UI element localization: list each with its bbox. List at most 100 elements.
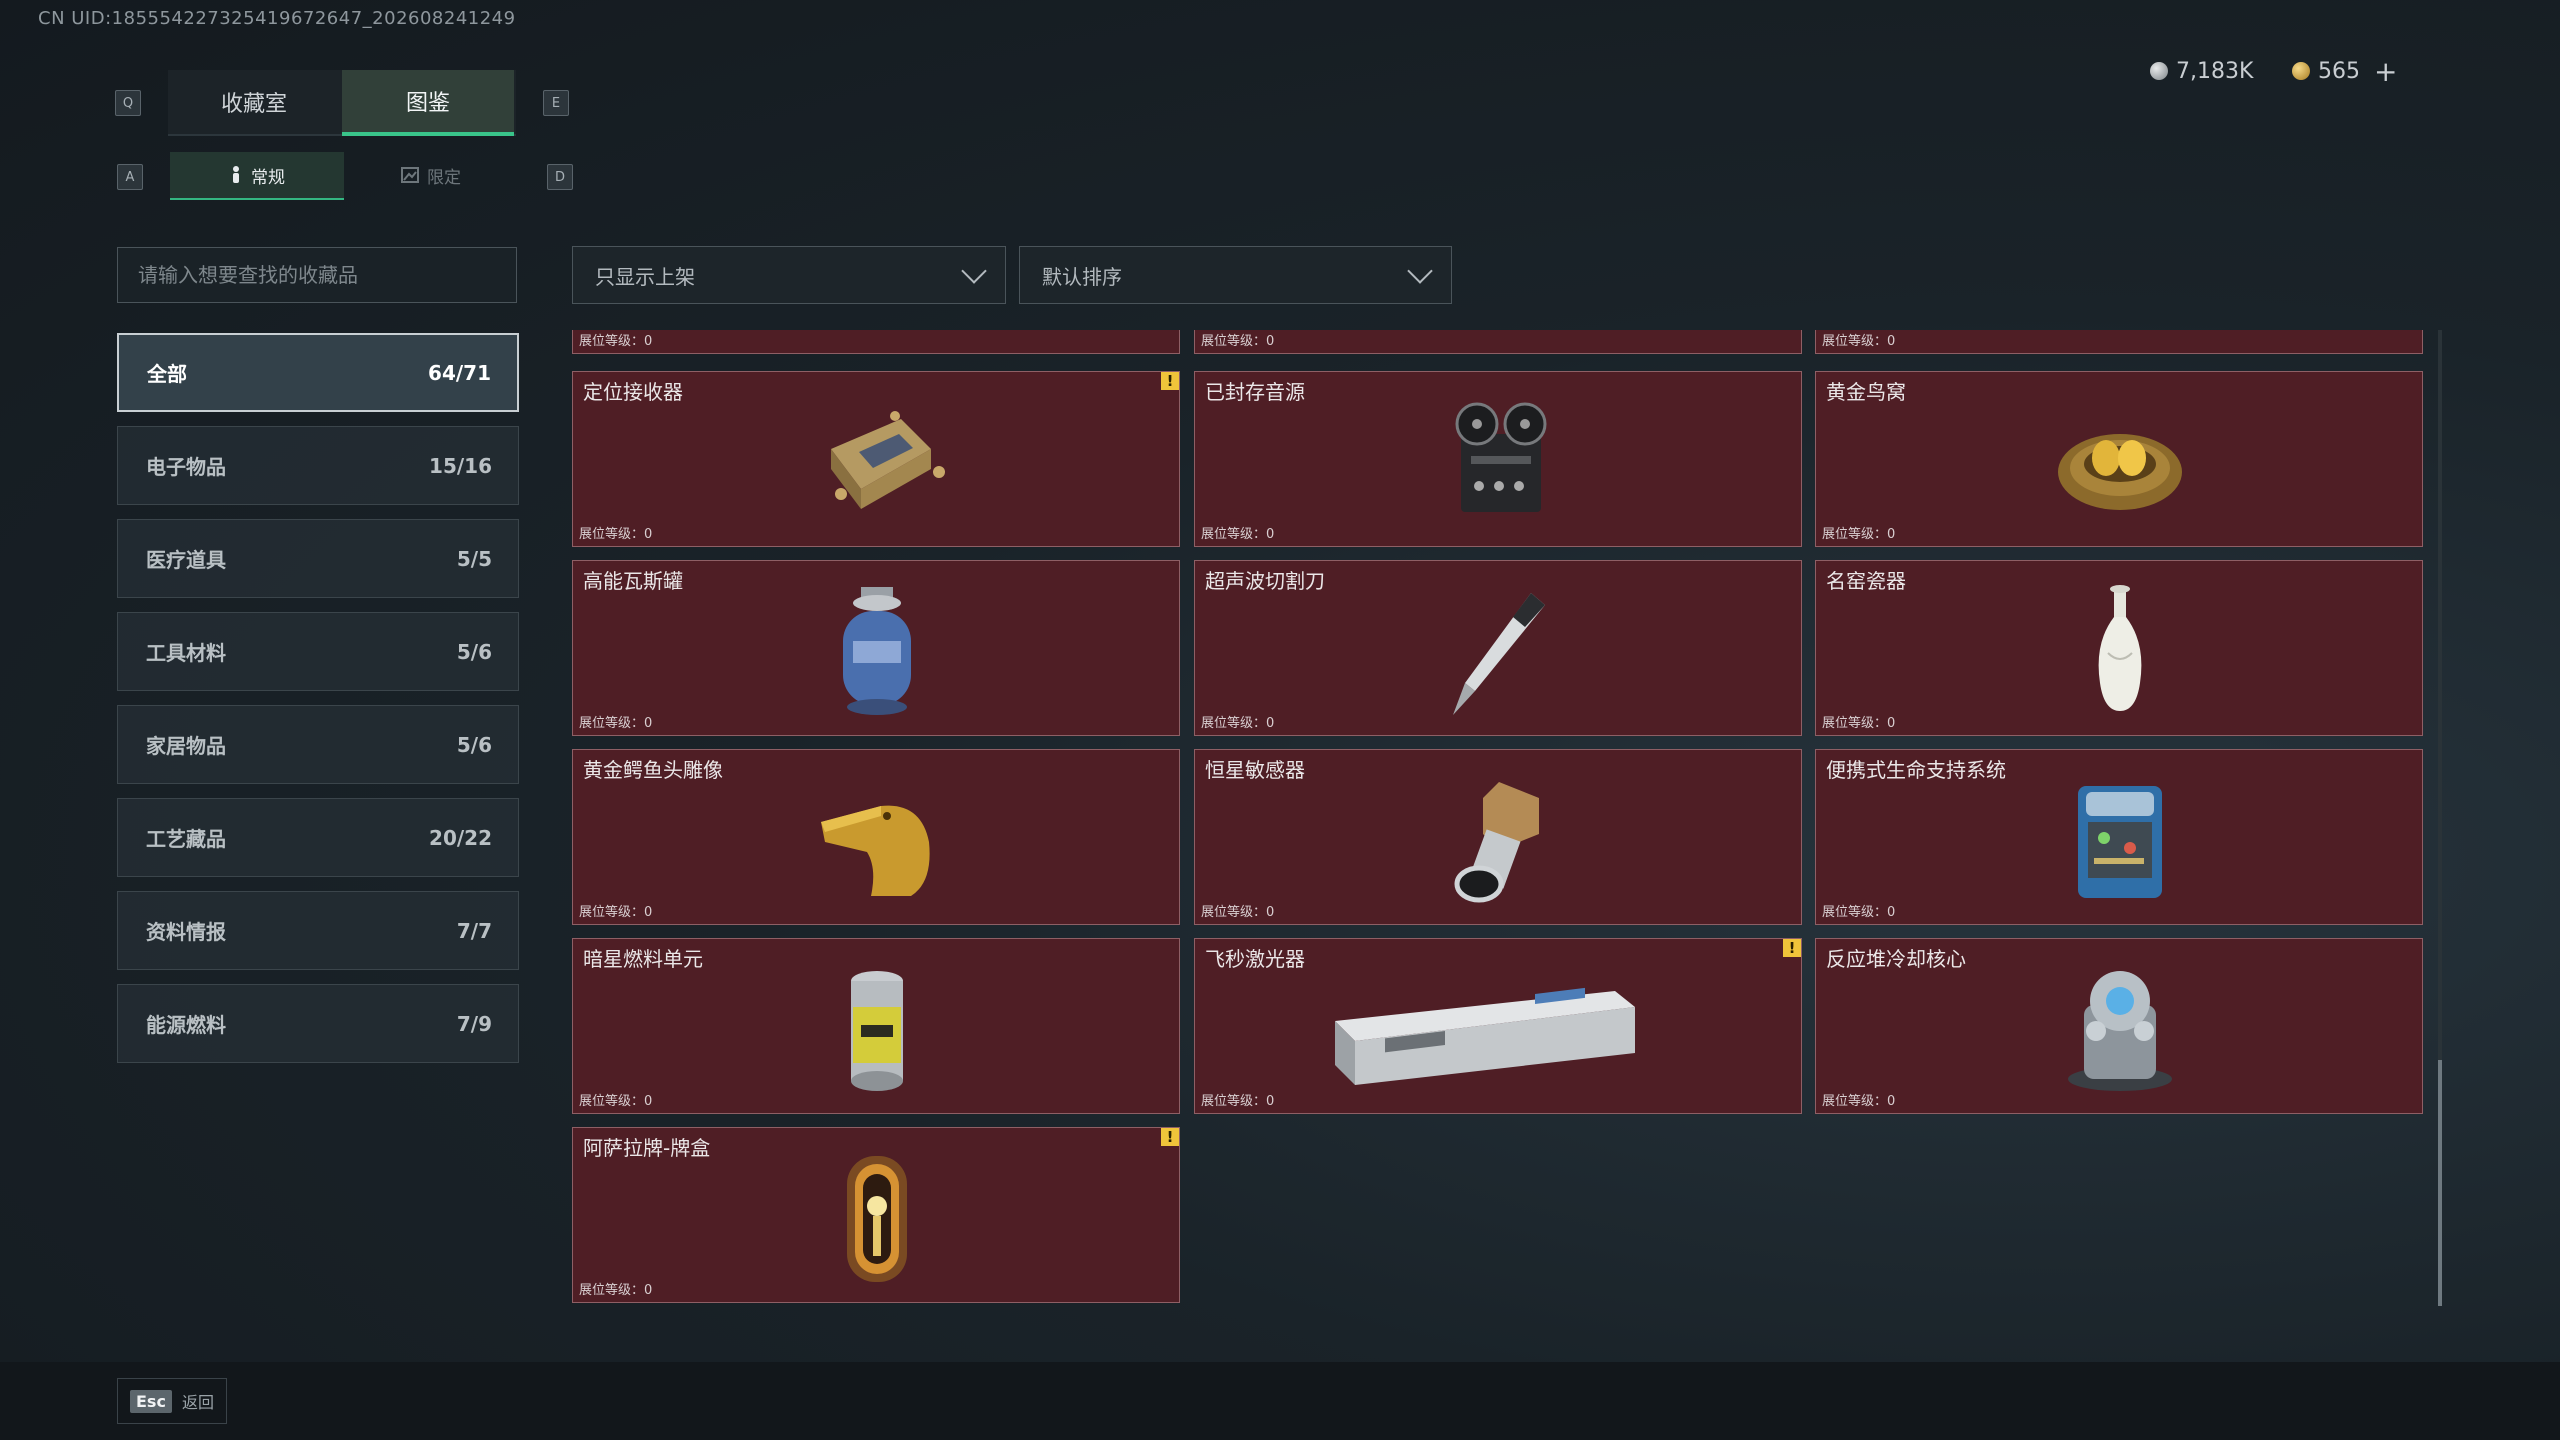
category-label: 工艺藏品 [146, 827, 226, 851]
warning-badge: ! [1161, 372, 1179, 390]
booth-level: 展位等级：0 [579, 334, 653, 349]
category-energy[interactable]: 能源燃料 7/9 [117, 984, 519, 1063]
uid-label: CN UID:185554227325419672647_20260824124… [38, 8, 516, 29]
booth-level: 展位等级：0 [1822, 1094, 1896, 1109]
tab-regular[interactable]: 常规 [170, 152, 344, 200]
category-count: 64/71 [428, 360, 491, 385]
category-label: 能源燃料 [146, 1013, 226, 1037]
booth-level: 展位等级：0 [1822, 334, 1896, 349]
life-support-icon [2078, 786, 2162, 898]
category-count: 5/5 [456, 546, 492, 571]
category-intel[interactable]: 资料情报 7/7 [117, 891, 519, 970]
category-count: 15/16 [429, 453, 492, 478]
item-card-fuel-cell[interactable]: 暗星燃料单元 展位等级：0 [572, 938, 1180, 1114]
esc-key-hint: Esc [130, 1389, 172, 1413]
silver-amount: 7,183K [2176, 58, 2254, 84]
item-name: 定位接收器 [583, 380, 683, 404]
silver-coin-icon [2150, 62, 2168, 80]
item-card[interactable]: 展位等级：0 [572, 330, 1180, 354]
back-label: 返回 [181, 1393, 214, 1412]
item-name: 黄金鸟窝 [1826, 380, 1906, 404]
booth-level: 展位等级：0 [1201, 1094, 1275, 1109]
item-name: 已封存音源 [1205, 380, 1305, 404]
sort-value: 默认排序 [1042, 264, 1122, 289]
category-crafts[interactable]: 工艺藏品 20/22 [117, 798, 519, 877]
category-label: 资料情报 [146, 920, 226, 944]
availability-filter-value: 只显示上架 [595, 264, 695, 289]
warning-badge: ! [1783, 939, 1801, 957]
image-icon [401, 167, 419, 183]
item-card-crocodile-statue[interactable]: 黄金鳄鱼头雕像 展位等级：0 [572, 749, 1180, 925]
category-electronics[interactable]: 电子物品 15/16 [117, 426, 519, 505]
category-count: 5/6 [456, 639, 492, 664]
booth-level: 展位等级：0 [1201, 716, 1275, 731]
crocodile-statue-icon [821, 805, 930, 896]
category-medical[interactable]: 医疗道具 5/5 [117, 519, 519, 598]
sort-dropdown[interactable]: 默认排序 [1019, 246, 1452, 304]
category-list: 全部 64/71 电子物品 15/16 医疗道具 5/5 工具材料 5/6 家居… [117, 333, 519, 1077]
star-sensor-icon [1454, 782, 1539, 903]
reactor-core-icon [2068, 971, 2172, 1091]
item-name: 阿萨拉牌-牌盒 [583, 1136, 711, 1160]
item-card-life-support[interactable]: 便携式生命支持系统 展位等级：0 [1815, 749, 2423, 925]
chevron-down-icon [961, 258, 987, 284]
tab-regular-label: 常规 [251, 167, 285, 188]
search-input[interactable] [117, 247, 517, 303]
category-household[interactable]: 家居物品 5/6 [117, 705, 519, 784]
category-label: 医疗道具 [146, 548, 226, 572]
back-button[interactable]: Esc 返回 [117, 1378, 227, 1424]
figure-icon [233, 166, 239, 183]
booth-level: 展位等级：0 [1201, 527, 1275, 542]
item-card-star-sensor[interactable]: 恒星敏感器 展位等级：0 [1194, 749, 1802, 925]
category-count: 7/9 [456, 1011, 492, 1036]
item-card[interactable]: 展位等级：0 [1194, 330, 1802, 354]
sub-tabs: 常规 限定 [168, 152, 518, 200]
tab-limited[interactable]: 限定 [344, 152, 518, 198]
item-card-reactor-core[interactable]: 反应堆冷却核心 展位等级：0 [1815, 938, 2423, 1114]
category-label: 家居物品 [146, 734, 226, 758]
availability-filter-dropdown[interactable]: 只显示上架 [572, 246, 1006, 304]
gold-currency: 565 + [2292, 55, 2397, 88]
booth-level: 展位等级：0 [1201, 334, 1275, 349]
d-key-hint: D [547, 164, 573, 190]
booth-level: 展位等级：0 [579, 1094, 653, 1109]
item-card-golden-nest[interactable]: 黄金鸟窝 展位等级：0 [1815, 371, 2423, 547]
category-tools[interactable]: 工具材料 5/6 [117, 612, 519, 691]
item-grid: 展位等级：0 展位等级：0 展位等级：0 定位接收器 ! 展位等级：0 已封存音… [572, 330, 2426, 1310]
footer-bar [0, 1362, 2560, 1440]
laser-device-icon [1335, 987, 1635, 1085]
top-tabs: 收藏室 图鉴 [168, 70, 516, 136]
silver-currency: 7,183K [2150, 56, 2253, 86]
item-name: 超声波切割刀 [1205, 569, 1325, 593]
category-count: 7/7 [456, 918, 492, 943]
item-name: 便携式生命支持系统 [1826, 758, 2006, 782]
item-card-sealed-audio[interactable]: 已封存音源 展位等级：0 [1194, 371, 1802, 547]
tab-limited-label: 限定 [427, 167, 461, 188]
item-card-receiver[interactable]: 定位接收器 ! 展位等级：0 [572, 371, 1180, 547]
item-card-card-box[interactable]: 阿萨拉牌-牌盒 ! 展位等级：0 [572, 1127, 1180, 1303]
booth-level: 展位等级：0 [579, 716, 653, 731]
item-name: 名窑瓷器 [1826, 569, 1906, 593]
item-card-porcelain[interactable]: 名窑瓷器 展位等级：0 [1815, 560, 2423, 736]
booth-level: 展位等级：0 [1822, 716, 1896, 731]
booth-level: 展位等级：0 [579, 527, 653, 542]
item-card-laser-device[interactable]: 飞秒激光器 ! 展位等级：0 [1194, 938, 1802, 1114]
item-name: 高能瓦斯罐 [583, 569, 683, 593]
item-name: 暗星燃料单元 [583, 947, 703, 971]
chevron-down-icon [1407, 258, 1433, 284]
scrollbar-thumb[interactable] [2438, 1060, 2442, 1306]
add-currency-button[interactable]: + [2374, 55, 2397, 88]
porcelain-vase-icon [2098, 585, 2142, 711]
category-all[interactable]: 全部 64/71 [117, 333, 519, 412]
tab-catalog[interactable]: 图鉴 [342, 70, 514, 136]
item-name: 恒星敏感器 [1205, 758, 1305, 782]
category-label: 全部 [147, 362, 187, 386]
item-card[interactable]: 展位等级：0 [1815, 330, 2423, 354]
item-name: 飞秒激光器 [1205, 947, 1305, 971]
item-name: 黄金鳄鱼头雕像 [583, 758, 723, 782]
booth-level: 展位等级：0 [1822, 905, 1896, 920]
item-card-gas-canister[interactable]: 高能瓦斯罐 展位等级：0 [572, 560, 1180, 736]
tab-collection-room[interactable]: 收藏室 [168, 70, 340, 134]
item-card-ultrasonic-knife[interactable]: 超声波切割刀 展位等级：0 [1194, 560, 1802, 736]
gold-coin-icon [2292, 62, 2310, 80]
